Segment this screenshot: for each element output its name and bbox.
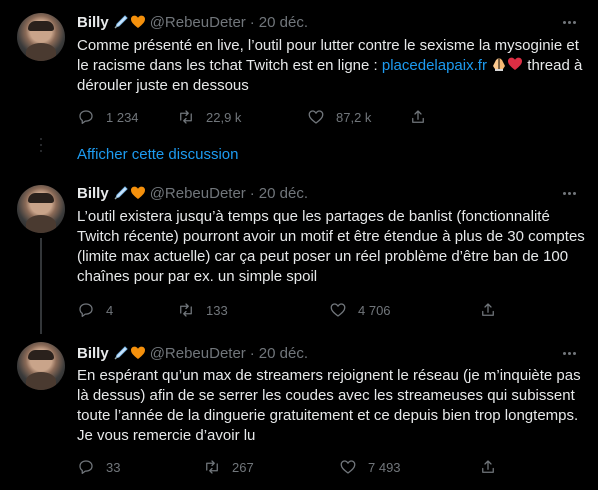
tweet-actions: 4 133 4 706 bbox=[77, 300, 537, 320]
retweet-count: 267 bbox=[232, 459, 254, 475]
retweet-count: 22,9 k bbox=[206, 109, 242, 125]
author-name[interactable]: Billy bbox=[77, 14, 109, 31]
separator-dot: · bbox=[249, 13, 255, 31]
heart-outline-icon bbox=[308, 110, 324, 124]
orange-heart-icon bbox=[130, 186, 145, 199]
tweet-header: Billy @RebeuDeter · 20 déc. bbox=[77, 183, 308, 203]
separator-dot: · bbox=[249, 184, 255, 202]
author-name[interactable]: Billy bbox=[77, 345, 109, 362]
share-button[interactable] bbox=[479, 300, 497, 320]
retweet-icon bbox=[180, 303, 192, 317]
more-options-icon[interactable] bbox=[560, 184, 578, 202]
red-heart-icon bbox=[508, 57, 523, 70]
syringe-icon bbox=[114, 186, 128, 200]
author-handle[interactable]: @RebeuDeter bbox=[150, 185, 246, 202]
share-icon bbox=[482, 303, 494, 316]
tweet-header: Billy @RebeuDeter · 20 déc. bbox=[77, 12, 308, 32]
retweet-button[interactable]: 267 bbox=[203, 457, 254, 477]
tweet-date[interactable]: 20 déc. bbox=[259, 14, 308, 31]
like-button[interactable]: 7 493 bbox=[339, 457, 401, 477]
avatar[interactable] bbox=[17, 185, 65, 233]
share-icon bbox=[482, 460, 494, 473]
separator-dot: · bbox=[249, 344, 255, 362]
tweet-header: Billy @RebeuDeter · 20 déc. bbox=[77, 343, 308, 363]
retweet-icon bbox=[206, 460, 218, 474]
like-count: 7 493 bbox=[368, 459, 401, 475]
retweet-button[interactable]: 22,9 k bbox=[177, 107, 241, 127]
avatar[interactable] bbox=[17, 13, 65, 61]
tweet-3[interactable]: Billy @RebeuDeter · 20 déc. En espérant … bbox=[0, 331, 598, 490]
tweet-1[interactable]: Billy @RebeuDeter · 20 déc. Comme présen… bbox=[0, 0, 598, 135]
like-count: 4 706 bbox=[358, 302, 391, 318]
share-icon bbox=[412, 110, 424, 123]
reply-button[interactable]: 33 bbox=[77, 457, 120, 477]
heart-outline-icon bbox=[330, 303, 346, 317]
tweet-text: Comme présenté en live, l’outil pour lut… bbox=[77, 36, 585, 96]
tweet-actions: 33 267 7 493 bbox=[77, 457, 537, 477]
show-thread-link[interactable]: Afficher cette discussion bbox=[77, 146, 238, 163]
syringe-icon bbox=[114, 15, 128, 29]
reply-count: 33 bbox=[106, 459, 121, 475]
like-button[interactable]: 87,2 k bbox=[307, 107, 371, 127]
share-button[interactable] bbox=[479, 457, 497, 477]
tweet-actions: 1 234 22,9 k 87,2 k bbox=[77, 107, 537, 127]
tweet-date[interactable]: 20 déc. bbox=[259, 185, 308, 202]
reply-button[interactable]: 1 234 bbox=[77, 107, 139, 127]
tweet-link[interactable]: placedelapaix.fr bbox=[382, 57, 487, 74]
orange-heart-icon bbox=[130, 346, 145, 359]
avatar[interactable] bbox=[17, 342, 65, 390]
reply-count: 4 bbox=[106, 302, 114, 318]
more-options-icon[interactable] bbox=[560, 344, 578, 362]
share-button[interactable] bbox=[409, 107, 427, 127]
praying-hands-icon bbox=[493, 58, 506, 71]
like-count: 87,2 k bbox=[336, 109, 372, 125]
thread-line bbox=[40, 238, 42, 334]
retweet-count: 133 bbox=[206, 302, 228, 318]
syringe-icon bbox=[114, 346, 128, 360]
thread-gap-dots bbox=[39, 138, 43, 156]
reply-count: 1 234 bbox=[106, 109, 139, 125]
like-button[interactable]: 4 706 bbox=[329, 300, 391, 320]
tweet-date[interactable]: 20 déc. bbox=[259, 345, 308, 362]
retweet-button[interactable]: 133 bbox=[177, 300, 228, 320]
retweet-icon bbox=[180, 110, 192, 124]
tweet-text: En espérant qu’un max de streamers rejoi… bbox=[77, 367, 581, 444]
more-options-icon[interactable] bbox=[560, 13, 578, 31]
reply-button[interactable]: 4 bbox=[77, 300, 113, 320]
tweet-2[interactable]: Billy @RebeuDeter · 20 déc. L’outil exis… bbox=[0, 172, 598, 334]
author-handle[interactable]: @RebeuDeter bbox=[150, 345, 246, 362]
author-handle[interactable]: @RebeuDeter bbox=[150, 14, 246, 31]
tweet-text: L’outil existera jusqu’à temps que les p… bbox=[77, 208, 585, 285]
orange-heart-icon bbox=[130, 15, 145, 28]
reply-icon bbox=[79, 110, 93, 125]
reply-icon bbox=[79, 460, 93, 475]
reply-icon bbox=[79, 303, 93, 318]
author-name[interactable]: Billy bbox=[77, 185, 109, 202]
heart-outline-icon bbox=[340, 460, 356, 474]
